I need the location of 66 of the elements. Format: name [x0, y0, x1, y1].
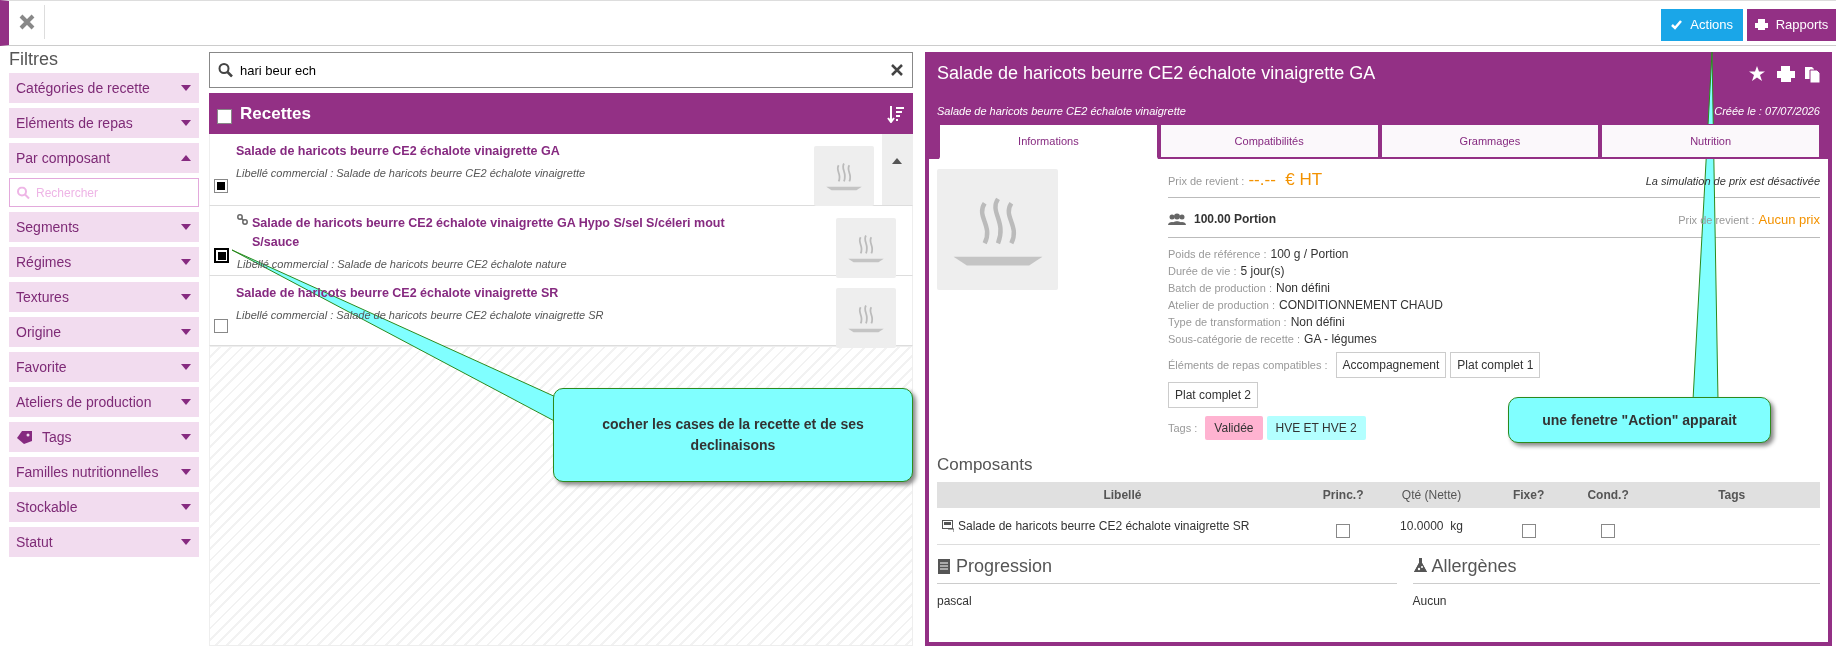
- section-title: Composants: [937, 454, 1034, 476]
- filter-item[interactable]: Origine: [9, 317, 199, 347]
- filter-item[interactable]: Par composant: [9, 143, 199, 173]
- filter-item[interactable]: Textures: [9, 282, 199, 312]
- filter-item[interactable]: Catégories de recette: [9, 73, 199, 103]
- filter-item[interactable]: Statut: [9, 527, 199, 557]
- filter-item[interactable]: Tags: [9, 422, 199, 452]
- price-value: --.-- € HT: [1248, 170, 1323, 189]
- recipe-title[interactable]: Salade de haricots beurre CE2 échalote vinaigrette GA Hypo S/sel S/céleri mout S/sauce: [252, 214, 772, 252]
- tab[interactable]: Informations: [939, 123, 1158, 159]
- section-text: pascal: [937, 592, 973, 610]
- property-value: Non défini: [1290, 315, 1345, 329]
- tab[interactable]: Grammages: [1380, 123, 1600, 159]
- column-header: Fixe?: [1484, 481, 1573, 508]
- meal-element-tag: Plat complet 2: [1168, 382, 1259, 408]
- panel-title: Filtres: [9, 50, 59, 68]
- column-header: Libellé: [937, 481, 1308, 508]
- column-header: Qté (Nette): [1378, 481, 1485, 508]
- tab[interactable]: Compatibilités: [1159, 123, 1379, 159]
- section-title: Allergènes: [1431, 554, 1517, 578]
- list-title: Recettes: [240, 102, 312, 125]
- search-field[interactable]: Rechercher: [9, 178, 199, 207]
- callout-note: une fenetre "Action" apparait: [1508, 397, 1771, 443]
- column-header: Princ.?: [1307, 481, 1379, 508]
- property-label: Sous-catégorie de recette :: [1168, 333, 1301, 345]
- filter-item[interactable]: Eléments de repas: [9, 108, 199, 138]
- property-label: Durée de vie :: [1168, 265, 1237, 277]
- status-tag: HVE ET HVE 2: [1266, 416, 1366, 440]
- recipe-subtitle: Libellé commercial : Salade de haricots beurre CE2 échalote vinaigrette: [236, 165, 587, 181]
- column-header: Cond.?: [1572, 481, 1644, 508]
- search-field[interactable]: hari beur ech: [209, 52, 913, 88]
- table-cell-text: Salade de haricots beurre CE2 échalote vinaigrette SR: [958, 517, 1250, 535]
- property-value: Non défini: [1275, 281, 1330, 295]
- property-value: 100 g / Portion: [1270, 247, 1349, 261]
- property-value: 5 jour(s): [1240, 264, 1285, 278]
- property-label: Batch de production :: [1168, 282, 1272, 294]
- property-value: GA - légumes: [1304, 332, 1377, 346]
- field-label: Éléments de repas compatibles :: [1168, 357, 1328, 373]
- filter-item[interactable]: Régimes: [9, 247, 199, 277]
- table-cell: 10.0000 kg: [1400, 518, 1463, 533]
- meal-element-tag: Plat complet 1: [1450, 352, 1541, 378]
- callout-note: cocher les cases de la recette et de ses declinaisons: [553, 388, 913, 482]
- section-title: Progression: [956, 554, 1053, 578]
- recipe-heading: Salade de haricots beurre CE2 échalote vinaigrette GA: [937, 62, 1377, 85]
- property-label: Type de transformation :: [1168, 316, 1287, 328]
- meal-element-tag: Accompagnement: [1335, 352, 1447, 378]
- filter-item[interactable]: Familles nutritionnelles: [9, 457, 199, 487]
- price-value: Aucun prix: [1758, 211, 1820, 227]
- section-text: Aucun: [1412, 592, 1448, 610]
- property-label: Atelier de production :: [1168, 299, 1275, 311]
- property-label: Poids de référence :: [1168, 248, 1267, 260]
- reports-button[interactable]: Rapports: [1747, 9, 1836, 41]
- recipe-subtitle: Salade de haricots beurre CE2 échalote vinaigrette: [937, 104, 1186, 119]
- filter-item[interactable]: Stockable: [9, 492, 199, 522]
- filter-item[interactable]: Segments: [9, 212, 199, 242]
- property-value: CONDITIONNEMENT CHAUD: [1279, 298, 1443, 312]
- field-label: Tags :: [1168, 420, 1198, 436]
- created-date: Créée le : 07/07/2026: [1714, 104, 1820, 119]
- recipe-title[interactable]: Salade de haricots beurre CE2 échalote vinaigrette GA: [236, 142, 560, 161]
- price-label: Prix de revient :: [1168, 175, 1245, 187]
- tab[interactable]: Nutrition: [1601, 123, 1820, 159]
- filter-item[interactable]: Favorite: [9, 352, 199, 382]
- status-tag: Validée: [1205, 416, 1263, 440]
- column-header: Tags: [1643, 481, 1820, 508]
- portion-count: 100.00 Portion: [1194, 211, 1277, 229]
- filter-item[interactable]: Ateliers de production: [9, 387, 199, 417]
